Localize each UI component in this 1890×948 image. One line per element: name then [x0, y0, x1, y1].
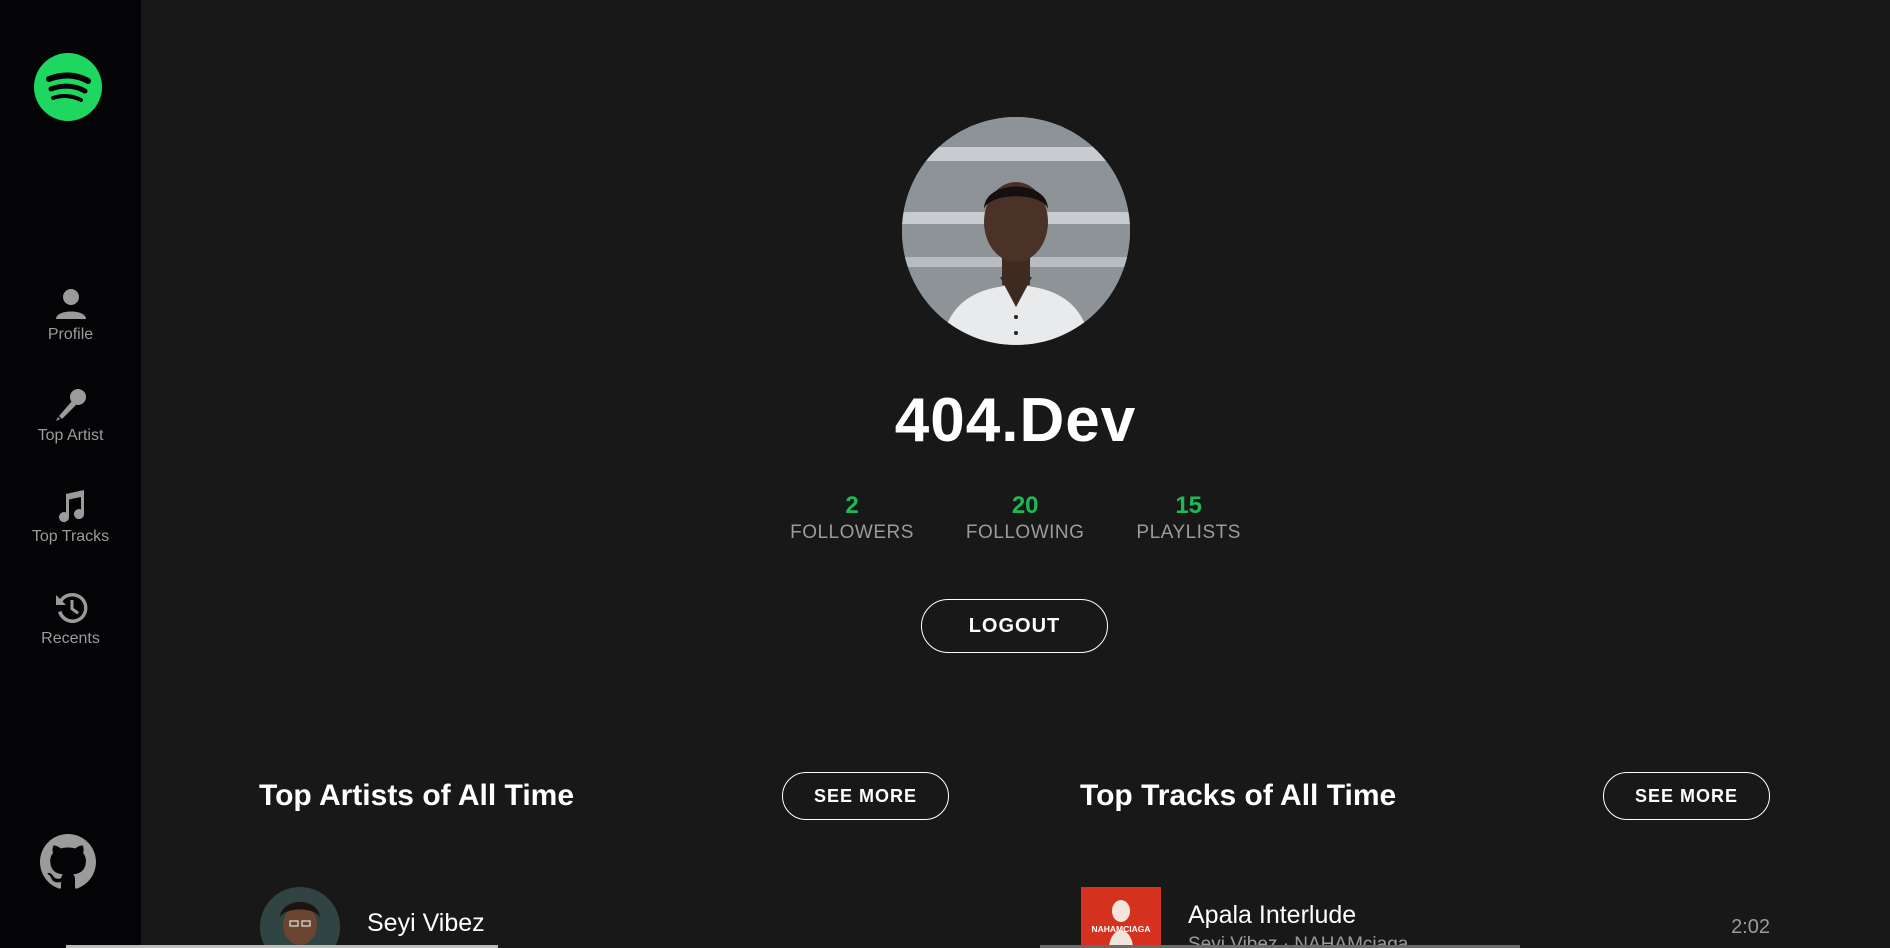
album-art: NAHAMCIAGA — [1081, 887, 1161, 948]
section-title: Top Tracks of All Time — [1080, 779, 1397, 812]
app: Profile Top Artist Top Tracks Recents 40… — [0, 0, 1890, 948]
list-item[interactable]: Seyi Vibez — [259, 886, 759, 948]
logout-button[interactable]: LOGOUT — [921, 599, 1108, 653]
stat-playlists: 15 PLAYLISTS — [1136, 492, 1240, 544]
sidebar-item-profile[interactable]: Profile — [0, 270, 141, 360]
history-icon — [55, 592, 87, 623]
sidebar-item-label: Recents — [41, 630, 100, 647]
user-icon — [55, 289, 86, 319]
profile-stats: 2 FOLLOWERS 20 FOLLOWING 15 PLAYLISTS — [141, 492, 1890, 544]
artist-image — [260, 887, 340, 948]
sidebar-item-recents[interactable]: Recents — [0, 574, 141, 664]
list-item[interactable]: NAHAMCIAGA Apala Interlude Seyi Vibez · … — [1080, 886, 1770, 948]
github-link[interactable] — [40, 834, 96, 890]
main-content: 404.Dev 2 FOLLOWERS 20 FOLLOWING 15 PLAY… — [141, 0, 1890, 948]
sidebar-item-label: Top Tracks — [31, 528, 110, 545]
stat-label: FOLLOWERS — [790, 522, 914, 543]
album-art-text: NAHAMCIAGA — [1091, 924, 1150, 934]
stat-followers: 2 FOLLOWERS — [790, 492, 914, 544]
profile-photo — [902, 117, 1130, 345]
stat-value: 2 — [845, 492, 859, 519]
stat-label: FOLLOWING — [965, 522, 1085, 543]
spotify-logo[interactable] — [34, 53, 102, 121]
sidebar-item-label: Top Artist — [37, 427, 104, 444]
sidebar-item-label: Profile — [47, 326, 94, 343]
track-name: Apala Interlude — [1188, 901, 1357, 929]
see-more-tracks-button[interactable]: SEE MORE — [1603, 772, 1770, 820]
see-more-artists-button[interactable]: SEE MORE — [782, 772, 949, 820]
stat-following: 20 FOLLOWING — [966, 492, 1085, 544]
sidebar: Profile Top Artist Top Tracks Recents — [0, 0, 141, 948]
avatar — [902, 117, 1130, 345]
github-icon — [40, 834, 96, 889]
spotify-logo-icon — [46, 72, 91, 102]
stat-value: 20 — [1011, 492, 1039, 519]
artist-name: Seyi Vibez — [367, 909, 485, 937]
sidebar-item-top-artist[interactable]: Top Artist — [0, 371, 141, 461]
section-title: Top Artists of All Time — [259, 779, 575, 812]
music-note-icon — [58, 490, 84, 523]
stat-value: 15 — [1175, 492, 1203, 519]
microphone-icon — [55, 389, 86, 421]
username: 404.Dev — [894, 386, 1137, 455]
track-duration: 2:02 — [1731, 916, 1770, 938]
stat-label: PLAYLISTS — [1136, 522, 1241, 543]
sidebar-item-top-tracks[interactable]: Top Tracks — [0, 472, 141, 562]
